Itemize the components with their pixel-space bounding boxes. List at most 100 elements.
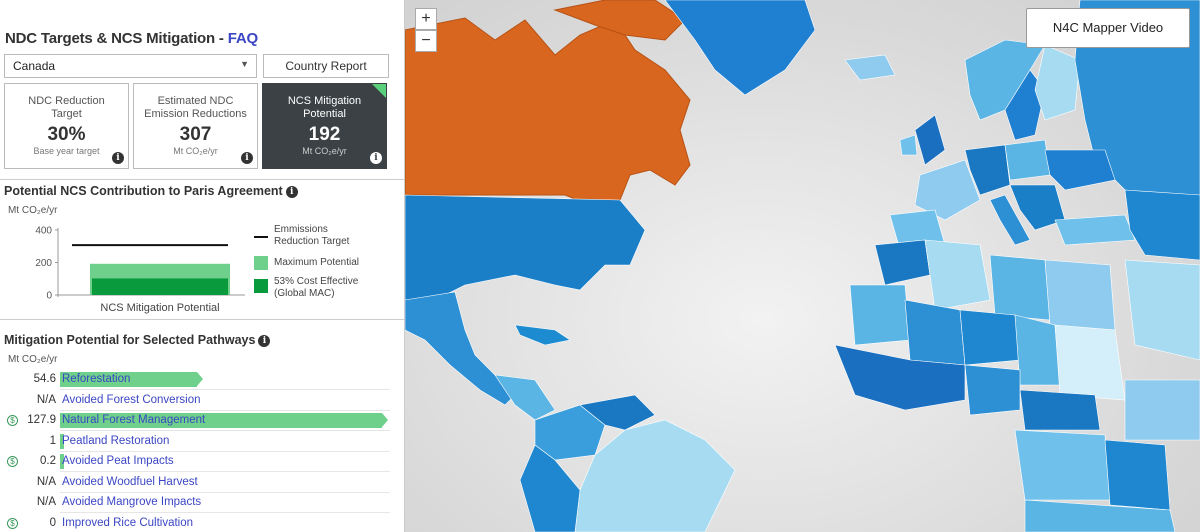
pathway-row[interactable]: N/A Avoided Mangrove Impacts: [0, 493, 404, 513]
faq-link[interactable]: FAQ: [228, 30, 258, 47]
pathways-title-text: Mitigation Potential for Selected Pathwa…: [4, 333, 256, 347]
pathway-name-link[interactable]: Reforestation: [62, 373, 130, 385]
pathway-name-link[interactable]: Avoided Forest Conversion: [62, 394, 201, 406]
contribution-section-title: Potential NCS Contribution to Paris Agre…: [4, 184, 298, 198]
legend-cost: 53% Cost Effective (Global MAC): [254, 276, 358, 300]
page-title: NDC Targets & NCS Mitigation - FAQ: [5, 30, 258, 47]
map-country-algeria: [924, 239, 991, 311]
pathway-row[interactable]: $0.2 Avoided Peat Impacts: [0, 452, 404, 472]
y-tick-label: 0: [46, 291, 52, 302]
card-unit: Mt CO₂e/yr: [173, 146, 218, 156]
contribution-title-text: Potential NCS Contribution to Paris Agre…: [4, 184, 283, 198]
pathway-value: 0: [49, 516, 56, 529]
map-country-niger: [959, 309, 1021, 366]
title-text: NDC Targets & NCS Mitigation -: [5, 30, 228, 47]
zoom-in-button[interactable]: +: [415, 8, 437, 30]
ncs-mitigation-potential-card[interactable]: NCS Mitigation Potential 192 Mt CO₂e/yr i: [262, 83, 387, 169]
map-country-usa: [405, 194, 646, 301]
map-country-saudi-arabia: [1124, 259, 1200, 361]
y-tick-label: 400: [35, 226, 52, 237]
map-country-nigeria: [964, 364, 1021, 416]
pathway-row[interactable]: $0 Improved Rice Cultivation: [0, 514, 404, 532]
pathway-row[interactable]: $127.9 Natural Forest Management: [0, 411, 404, 431]
map-country-iceland: [844, 54, 896, 81]
pathway-name-link[interactable]: Avoided Peat Impacts: [62, 455, 174, 467]
selected-corner-marker: [372, 84, 386, 98]
card-label: Estimated NDC Emission Reductions: [134, 95, 257, 121]
map-country-turkey: [1054, 214, 1136, 246]
info-icon[interactable]: i: [370, 152, 382, 164]
legend-swatch-cost: [254, 279, 268, 293]
pathway-value: 1: [49, 434, 56, 447]
mapper-video-button[interactable]: N4C Mapper Video: [1026, 8, 1190, 48]
card-label-line2: Emission Reductions: [144, 108, 247, 120]
info-icon[interactable]: i: [112, 152, 124, 164]
map-country-ireland: [899, 134, 918, 156]
map-country-mali: [904, 299, 966, 366]
card-unit: Base year target: [33, 146, 100, 156]
map-country-finland: [1034, 44, 1081, 121]
pathways-unit-label: Mt CO₂e/yr: [8, 354, 58, 365]
card-label-line1: NDC Reduction: [28, 95, 105, 107]
ndc-reduction-target-card: NDC Reduction Target 30% Base year target…: [4, 83, 129, 169]
pathway-row[interactable]: 54.6 Reforestation: [0, 370, 404, 390]
map-country-mauritania: [849, 284, 911, 346]
info-icon[interactable]: i: [285, 186, 298, 198]
card-value: 30%: [47, 124, 86, 145]
country-select-value: Canada: [13, 59, 56, 73]
pathway-value: 0.2: [40, 455, 56, 467]
pathway-value: 127.9: [27, 414, 56, 426]
pathway-row[interactable]: N/A Avoided Woodfuel Harvest: [0, 473, 404, 493]
pathways-section-title: Mitigation Potential for Selected Pathwa…: [4, 333, 271, 347]
contribution-chart-svg: 0 200 400 NCS Mitigation Potential: [35, 226, 245, 314]
card-label-line1: Estimated NDC: [157, 95, 234, 107]
country-select[interactable]: Canada ▼: [4, 54, 257, 78]
legend-swatch-max: [254, 256, 268, 270]
card-label-line2: Potential: [303, 108, 346, 120]
bar-cost-effective: [92, 278, 228, 295]
divider: [0, 179, 404, 180]
legend-cost-line2: (Global MAC): [274, 288, 335, 299]
world-map[interactable]: + − N4C Mapper Video: [405, 0, 1200, 532]
legend-swatch-target: [254, 236, 268, 238]
zoom-out-button[interactable]: −: [415, 30, 437, 52]
map-country-mexico: [405, 291, 516, 406]
map-country-uk: [914, 114, 946, 166]
pathway-name-link[interactable]: Avoided Mangrove Impacts: [62, 496, 201, 508]
chevron-down-icon: ▼: [240, 59, 249, 69]
bar-tip: [197, 372, 204, 386]
x-category-label: NCS Mitigation Potential: [100, 302, 219, 314]
divider: [0, 319, 404, 320]
card-label: NCS Mitigation Potential: [263, 95, 386, 121]
card-label: NDC Reduction Target: [5, 95, 128, 121]
pathway-value: N/A: [36, 475, 56, 488]
map-country-libya: [989, 254, 1051, 321]
pathway-value: 54.6: [33, 373, 56, 385]
map-svg[interactable]: [405, 0, 1200, 532]
legend-cost-line1: 53% Cost Effective: [274, 276, 359, 287]
map-country-ukraine: [1044, 149, 1116, 191]
card-label-line1: NCS Mitigation: [287, 95, 362, 107]
legend-max: Maximum Potential: [254, 256, 359, 270]
pathway-name-link[interactable]: Peatland Restoration: [62, 435, 169, 447]
map-country-chad: [1014, 314, 1061, 386]
bar-tip: [382, 413, 388, 427]
info-icon[interactable]: i: [241, 152, 253, 164]
country-report-button[interactable]: Country Report: [263, 54, 389, 78]
pathway-name-link[interactable]: Natural Forest Management: [62, 414, 205, 426]
pathway-row[interactable]: N/A Avoided Forest Conversion: [0, 391, 404, 411]
card-value: 307: [179, 124, 212, 145]
pathway-name-link[interactable]: Improved Rice Cultivation: [62, 517, 193, 529]
legend-target-line2: Reduction Target: [274, 236, 350, 247]
card-value: 192: [308, 124, 341, 145]
pathway-name-link[interactable]: Avoided Woodfuel Harvest: [62, 476, 198, 488]
pathway-row[interactable]: 1 Peatland Restoration: [0, 432, 404, 452]
legend-target-line1: Emmissions: [274, 224, 328, 235]
card-unit: Mt CO₂e/yr: [302, 146, 347, 156]
map-country-east-africa: [1104, 439, 1171, 511]
map-country-morocco: [874, 239, 931, 286]
map-caribbean: [514, 324, 571, 346]
info-icon[interactable]: i: [258, 335, 271, 347]
card-label-line2: Target: [51, 108, 82, 120]
legend-target: Emmissions Reduction Target: [254, 224, 349, 248]
